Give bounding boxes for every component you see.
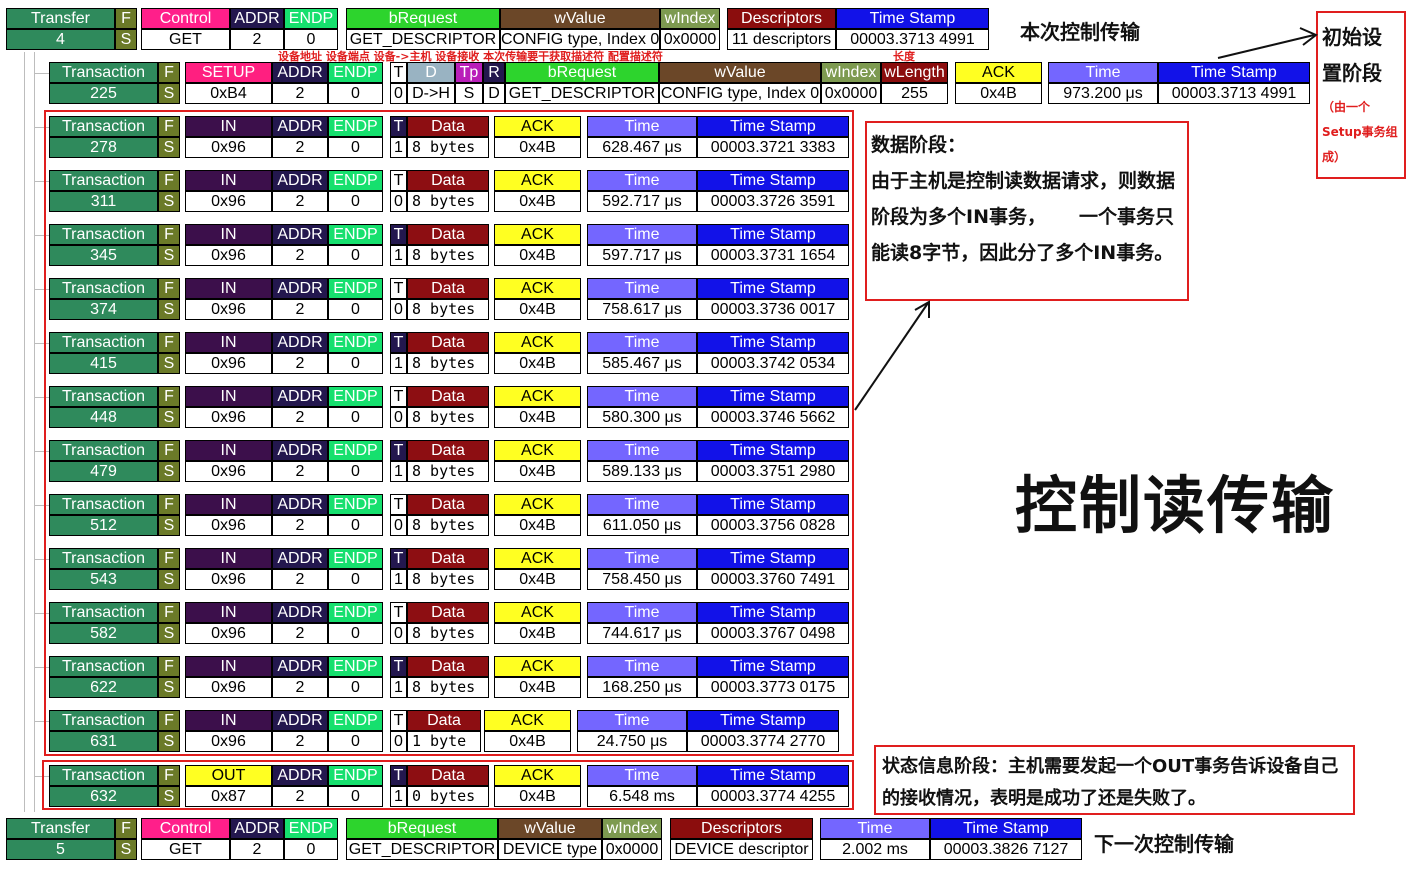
d-value: D->H [407, 83, 455, 104]
wvalue-header: wValue [500, 8, 660, 29]
timestamp-value: 00003.3713 4991 [836, 29, 989, 50]
arrow-head [914, 300, 930, 318]
wlength-value: 255 [881, 83, 948, 104]
transaction-header: Transaction [49, 62, 158, 83]
transaction-number: 225 [49, 83, 158, 104]
control-value: GET [141, 29, 230, 50]
wvalue-value: DEVICE type [498, 839, 602, 860]
tp-header: Tp [455, 62, 483, 83]
status-stage-note: 状态信息阶段：主机需要发起一个OUT事务告诉设备自己的接收情况，表明是成功了还是… [874, 745, 1355, 815]
addr-value: 2 [272, 83, 328, 104]
f-header: F [158, 62, 180, 83]
windex-header: wIndex [821, 62, 881, 83]
s-value: S [158, 83, 180, 104]
tree-line [34, 73, 49, 74]
descriptors-header: Descriptors [727, 8, 836, 29]
setup-pid: 0xB4 [185, 83, 272, 104]
transfer-header: Transfer [6, 818, 115, 839]
wvalue-value: CONFIG type, Index 0 [659, 83, 821, 104]
addr-value: 2 [230, 839, 284, 860]
next-transfer-label: 下一次控制传输 [1094, 832, 1234, 856]
endp-value: 0 [284, 29, 338, 50]
endp-value: 0 [328, 83, 383, 104]
r-value: D [483, 83, 505, 104]
ack-header: ACK [955, 62, 1042, 83]
endp-value: 0 [284, 839, 338, 860]
data-stage-body: 由于主机是控制读数据请求，则数据阶段为多个IN事务， 一个事务只能读8字节，因此… [871, 170, 1176, 264]
timestamp-value: 00003.3713 4991 [1158, 83, 1310, 104]
timestamp-header: Time Stamp [1158, 62, 1310, 83]
wvalue-header: wValue [659, 62, 821, 83]
setup-stage-subtitle: （由一个Setup事务组成） [1322, 100, 1398, 164]
timestamp-header: Time Stamp [836, 8, 989, 29]
s-value: S [115, 29, 137, 50]
s-value: S [115, 839, 137, 860]
brequest-header: bRequest [346, 818, 498, 839]
transfer-number: 4 [6, 29, 115, 50]
data-stage-title: 数据阶段： [871, 134, 967, 156]
brequest-header: bRequest [346, 8, 500, 29]
windex-value: 0x0000 [821, 83, 881, 104]
this-transfer-label: 本次控制传输 [1020, 20, 1140, 44]
transfer-number: 5 [6, 839, 115, 860]
arrow-head [1299, 27, 1318, 46]
windex-value: 0x0000 [602, 839, 662, 860]
windex-header: wIndex [602, 818, 662, 839]
timestamp-value: 00003.3826 7127 [930, 839, 1082, 860]
field-labels-annotation: 设备地址 设备端点 设备->主机 设备接收 本次传输要干获取描述符 配置描述符 [278, 50, 663, 63]
addr-value: 2 [230, 29, 284, 50]
setup-stage-note: 初始设置阶段 （由一个Setup事务组成） [1316, 11, 1406, 179]
addr-header: ADDR [230, 818, 284, 839]
windex-value: 0x0000 [660, 29, 720, 50]
time-value: 973.200 μs [1048, 83, 1158, 104]
time-header: Time [1048, 62, 1158, 83]
tp-value: S [455, 83, 483, 104]
descriptors-value: DEVICE descriptor [670, 839, 813, 860]
windex-header: wIndex [660, 8, 720, 29]
arrow-to-data-note [854, 302, 929, 411]
t-header: T [390, 62, 407, 83]
wvalue-value: CONFIG type, Index 0 [500, 29, 660, 50]
addr-header: ADDR [230, 8, 284, 29]
t-value: 0 [390, 83, 407, 104]
brequest-value: GET_DESCRIPTOR [346, 839, 498, 860]
tree-line [34, 52, 35, 812]
control-read-title: 控制读传输 [1015, 469, 1336, 542]
data-stage-note: 数据阶段： 由于主机是控制读数据请求，则数据阶段为多个IN事务， 一个事务只能读… [865, 121, 1189, 301]
control-value: GET [141, 839, 230, 860]
timestamp-header: Time Stamp [930, 818, 1082, 839]
control-header: Control [141, 8, 230, 29]
d-header: D [407, 62, 455, 83]
descriptors-value: 11 descriptors [727, 29, 836, 50]
ack-value: 0x4B [955, 83, 1042, 104]
status-stage-highlight [42, 760, 854, 810]
f-header: F [115, 818, 137, 839]
f-header: F [115, 8, 137, 29]
setup-stage-title: 初始设置阶段 [1322, 25, 1382, 85]
arrow-to-setup-note [1217, 34, 1315, 59]
brequest-value: GET_DESCRIPTOR [505, 83, 659, 104]
endp-header: ENDP [328, 62, 383, 83]
endp-header: ENDP [284, 8, 338, 29]
time-value: 2.002 ms [820, 839, 930, 860]
control-header: Control [141, 818, 230, 839]
setup-header: SETUP [185, 62, 272, 83]
wvalue-header: wValue [498, 818, 602, 839]
transfer-header: Transfer [6, 8, 115, 29]
brequest-header: bRequest [505, 62, 659, 83]
descriptors-header: Descriptors [670, 818, 813, 839]
r-header: R [483, 62, 505, 83]
endp-header: ENDP [284, 818, 338, 839]
brequest-value: GET_DESCRIPTOR [346, 29, 500, 50]
time-header: Time [820, 818, 930, 839]
length-annotation: 长度 [893, 50, 915, 63]
status-stage-text: 状态信息阶段：主机需要发起一个OUT事务告诉设备自己的接收情况，表明是成功了还是… [882, 756, 1339, 809]
addr-header: ADDR [272, 62, 328, 83]
tree-line [24, 52, 25, 812]
data-stage-highlight [44, 110, 854, 756]
wlength-header: wLength [881, 62, 948, 83]
